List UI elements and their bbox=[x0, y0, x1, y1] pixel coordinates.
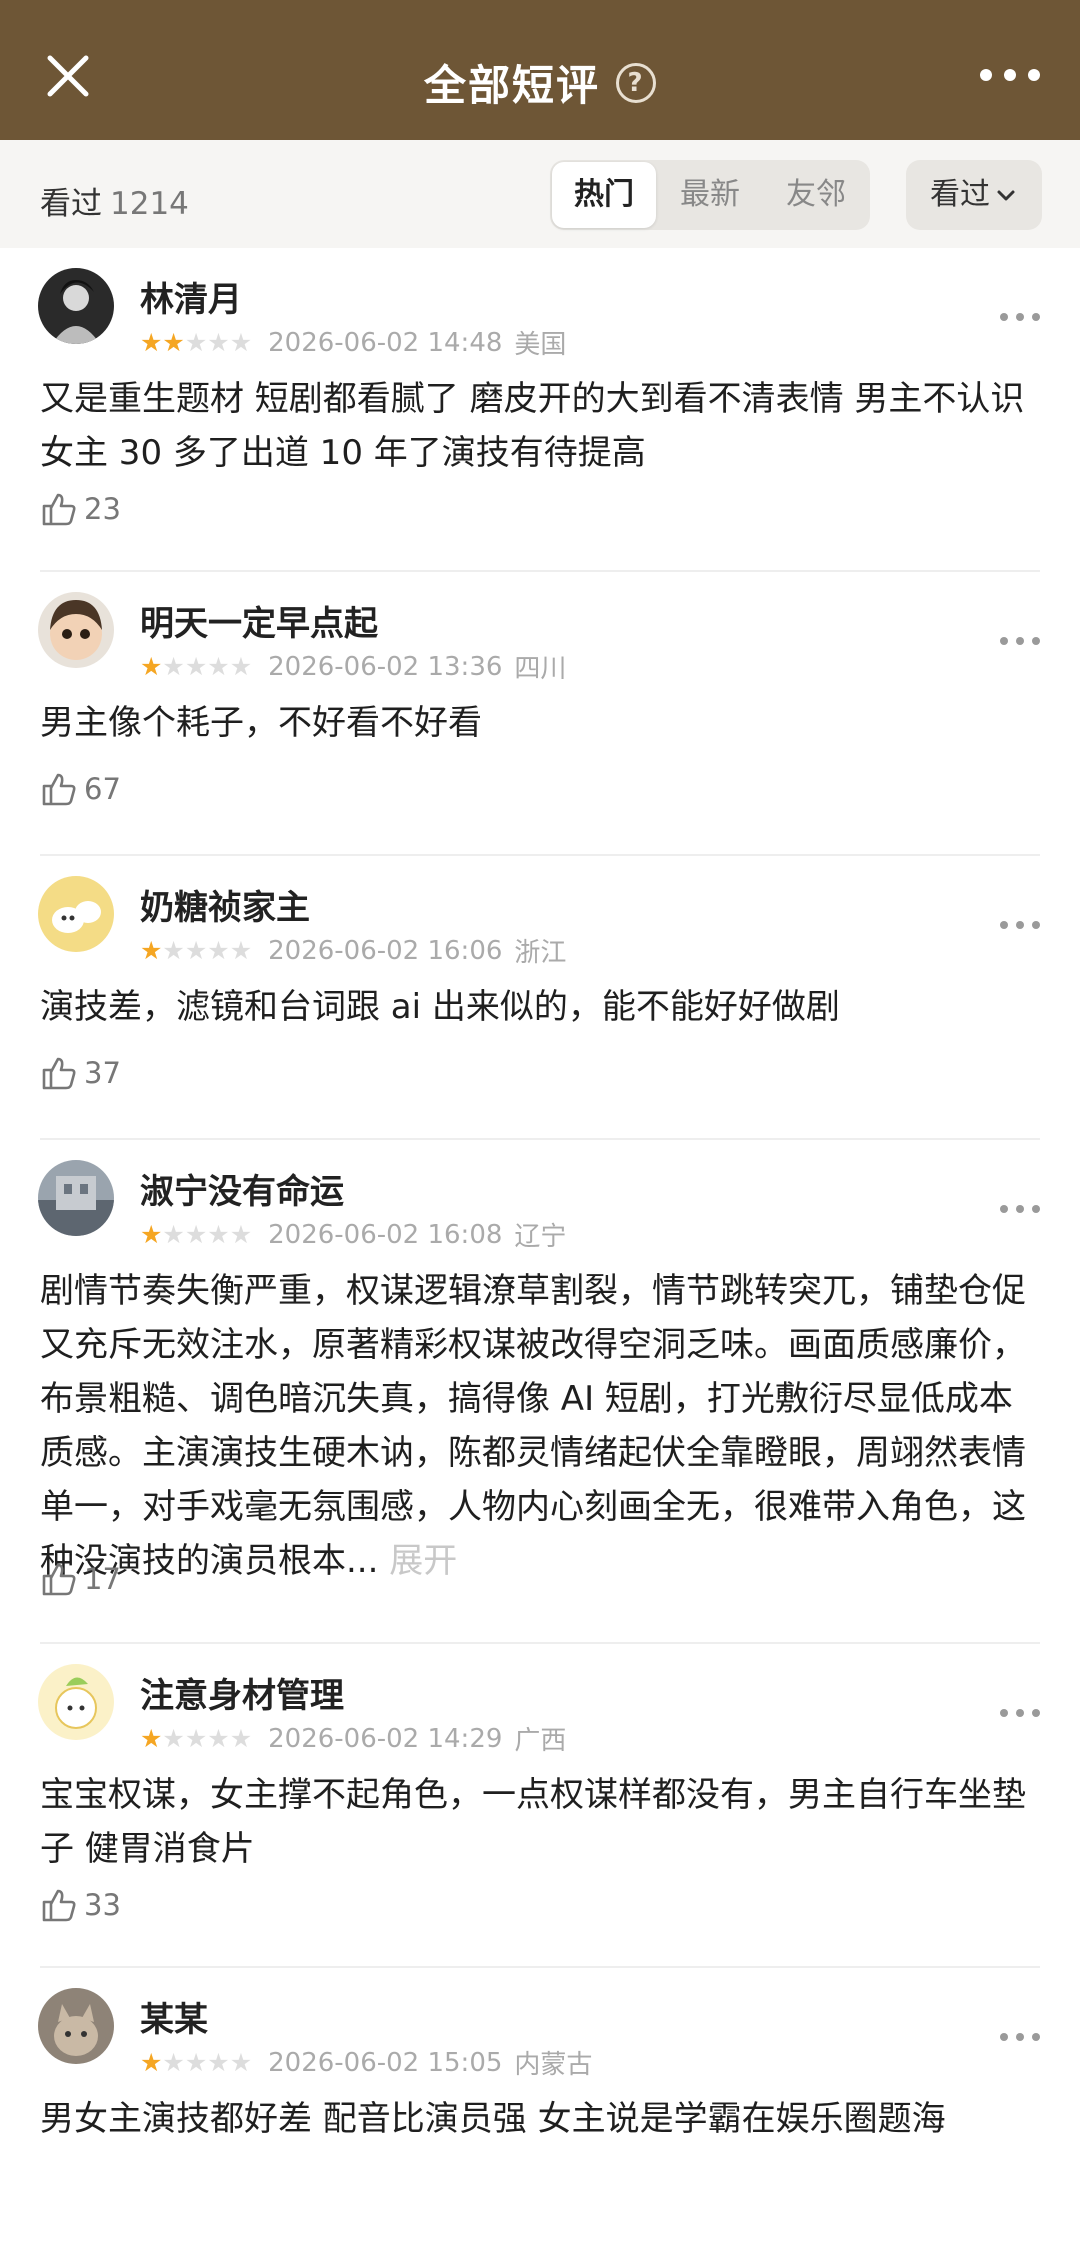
avatar[interactable] bbox=[38, 1988, 114, 2064]
star-filled-icon: ★ bbox=[140, 327, 163, 357]
star-filled-icon: ★ bbox=[140, 935, 163, 965]
comment-meta: ★ ★ ★ ★ ★ 2026-06-02 15:05 内蒙古 bbox=[140, 2047, 593, 2081]
watched-filter-dropdown[interactable]: 看过 bbox=[906, 160, 1042, 230]
star-empty-icon: ★ bbox=[162, 1219, 185, 1249]
chevron-down-icon bbox=[997, 190, 1015, 200]
star-empty-icon: ★ bbox=[229, 1219, 253, 1249]
comment-text: 男主像个耗子，不好看不好看 bbox=[40, 703, 482, 743]
like-button[interactable]: 67 bbox=[40, 770, 121, 808]
username[interactable]: 注意身材管理 bbox=[140, 1668, 344, 1717]
comment-text: 演技差，滤镜和台词跟 ai 出来似的，能不能好好做剧 bbox=[40, 987, 840, 1027]
like-button[interactable]: 37 bbox=[40, 1054, 121, 1092]
star-empty-icon: ★ bbox=[207, 1723, 230, 1753]
thumbs-up-icon bbox=[42, 493, 76, 526]
rating-stars: ★ ★ ★ ★ ★ bbox=[140, 2047, 253, 2077]
star-empty-icon: ★ bbox=[162, 1723, 185, 1753]
star-empty-icon: ★ bbox=[207, 651, 230, 681]
thumbs-up-icon bbox=[42, 1889, 76, 1922]
more-options-icon[interactable] bbox=[1000, 310, 1040, 324]
username[interactable]: 淑宁没有命运 bbox=[140, 1164, 344, 1213]
star-empty-icon: ★ bbox=[184, 2047, 208, 2077]
star-empty-icon: ★ bbox=[207, 2047, 230, 2077]
star-filled-icon: ★ bbox=[140, 651, 163, 681]
star-filled-icon: ★ bbox=[162, 327, 185, 357]
like-button[interactable]: 23 bbox=[40, 490, 121, 528]
filter-bar: 看过 1214 热门 最新 友邻 看过 bbox=[0, 140, 1080, 248]
avatar[interactable] bbox=[38, 1160, 114, 1236]
star-empty-icon: ★ bbox=[229, 2047, 253, 2077]
comment-meta: ★ ★ ★ ★ ★ 2026-06-02 16:08 辽宁 bbox=[140, 1219, 567, 1253]
star-filled-icon: ★ bbox=[140, 1219, 163, 1249]
rating-stars: ★ ★ ★ ★ ★ bbox=[140, 327, 253, 357]
more-options-icon[interactable] bbox=[1000, 1706, 1040, 1720]
comment-text: 宝宝权谋，女主撑不起角色，一点权谋样都没有，男主自行车坐垫子 健胃消食片 bbox=[40, 1775, 1026, 1869]
star-empty-icon: ★ bbox=[162, 651, 185, 681]
question-icon[interactable]: ? bbox=[616, 62, 656, 103]
username[interactable]: 奶糖祯家主 bbox=[140, 880, 310, 929]
star-empty-icon: ★ bbox=[162, 935, 185, 965]
avatar[interactable] bbox=[38, 876, 114, 952]
star-empty-icon: ★ bbox=[184, 327, 208, 357]
expand-link[interactable]: 展开 bbox=[389, 1541, 457, 1581]
username[interactable]: 明天一定早点起 bbox=[140, 596, 378, 645]
star-empty-icon: ★ bbox=[207, 1219, 230, 1249]
tab-friends[interactable]: 友邻 bbox=[764, 160, 868, 230]
more-options-icon[interactable] bbox=[1000, 918, 1040, 932]
rating-stars: ★ ★ ★ ★ ★ bbox=[140, 1219, 253, 1249]
comment-list: 林清月 ★ ★ ★ ★ ★ 2026-06-02 14:48 美国 又是重生题材 短剧都看… bbox=[0, 248, 1080, 2255]
page-title: 全部短评 bbox=[423, 61, 600, 110]
comment-meta: ★ ★ ★ ★ ★ 2026-06-02 14:29 广西 bbox=[140, 1723, 567, 1757]
username[interactable]: 林清月 bbox=[140, 272, 242, 321]
more-icon[interactable] bbox=[980, 60, 1040, 90]
star-filled-icon: ★ bbox=[140, 1723, 163, 1753]
star-empty-icon: ★ bbox=[229, 935, 253, 965]
comment-text: 男女主演技都好差 配音比演员强 女主说是学霸在娱乐圈题海 bbox=[40, 2099, 946, 2139]
star-empty-icon: ★ bbox=[184, 651, 208, 681]
more-options-icon[interactable] bbox=[1000, 1202, 1040, 1216]
avatar[interactable] bbox=[38, 592, 114, 668]
tab-latest[interactable]: 最新 bbox=[658, 160, 762, 230]
star-empty-icon: ★ bbox=[162, 2047, 185, 2077]
thumbs-up-icon bbox=[42, 1057, 76, 1090]
star-empty-icon: ★ bbox=[229, 651, 253, 681]
thumbs-up-icon bbox=[42, 1563, 76, 1596]
rating-stars: ★ ★ ★ ★ ★ bbox=[140, 651, 253, 681]
thumbs-up-icon bbox=[42, 773, 76, 806]
comment-meta: ★ ★ ★ ★ ★ 2026-06-02 16:06 浙江 bbox=[140, 935, 567, 969]
star-empty-icon: ★ bbox=[184, 1219, 208, 1249]
username[interactable]: 某某 bbox=[140, 1992, 208, 2041]
rating-stars: ★ ★ ★ ★ ★ bbox=[140, 935, 253, 965]
like-button[interactable]: 17 bbox=[40, 1560, 121, 1598]
like-button[interactable]: 33 bbox=[40, 1886, 121, 1924]
star-empty-icon: ★ bbox=[184, 935, 208, 965]
comment-text: 又是重生题材 短剧都看腻了 磨皮开的大到看不清表情 男主不认识 女主 30 多了… bbox=[40, 379, 1025, 473]
star-empty-icon: ★ bbox=[184, 1723, 208, 1753]
star-empty-icon: ★ bbox=[229, 1723, 253, 1753]
star-empty-icon: ★ bbox=[229, 327, 253, 357]
sort-tabs: 热门 最新 友邻 bbox=[550, 160, 870, 230]
avatar[interactable] bbox=[38, 268, 114, 344]
comment-meta: ★ ★ ★ ★ ★ 2026-06-02 14:48 美国 bbox=[140, 327, 567, 361]
star-empty-icon: ★ bbox=[207, 327, 230, 357]
rating-stars: ★ ★ ★ ★ ★ bbox=[140, 1723, 253, 1753]
comment-meta: ★ ★ ★ ★ ★ 2026-06-02 13:36 四川 bbox=[140, 651, 567, 685]
top-bar: 全部短评 ? bbox=[0, 0, 1080, 140]
tab-hot[interactable]: 热门 bbox=[552, 162, 656, 228]
star-filled-icon: ★ bbox=[140, 2047, 163, 2077]
more-options-icon[interactable] bbox=[1000, 634, 1040, 648]
comment-text: 剧情节奏失衡严重，权谋逻辑潦草割裂，情节跳转突兀，铺垫仓促又充斥无效注水，原著精… bbox=[40, 1271, 1026, 1581]
avatar[interactable] bbox=[38, 1664, 114, 1740]
star-empty-icon: ★ bbox=[207, 935, 230, 965]
more-options-icon[interactable] bbox=[1000, 2030, 1040, 2044]
seen-count: 看过 1214 bbox=[40, 186, 189, 222]
